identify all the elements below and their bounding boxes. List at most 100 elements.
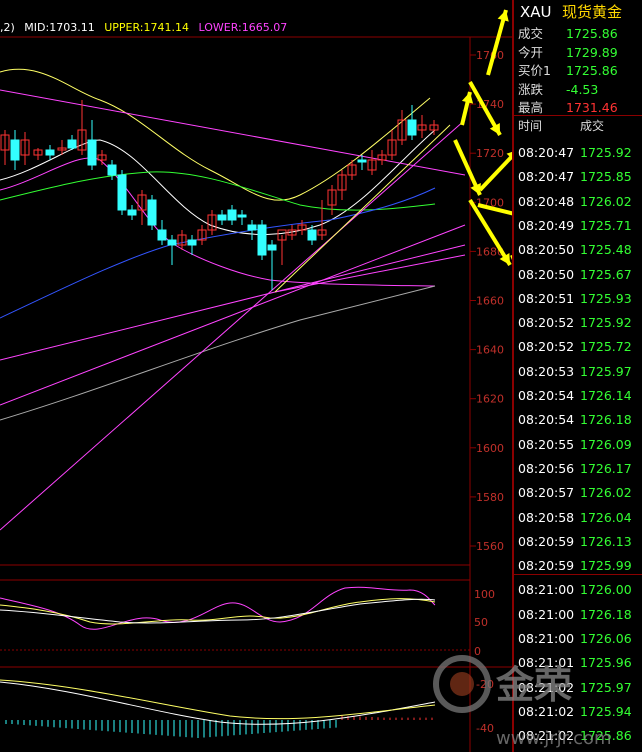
- tick-row[interactable]: 08:20:57 1726.02: [514, 481, 642, 505]
- price-axis-label: 1720: [476, 147, 504, 160]
- candle-body: [127, 209, 137, 216]
- tick-price: 1726.18: [580, 606, 632, 622]
- tick-price: 1726.02: [580, 485, 632, 501]
- tick-time: 08:20:51: [518, 290, 575, 306]
- kdj-line: [0, 586, 436, 630]
- tick-price: 1725.97: [580, 363, 632, 379]
- candle-body: [107, 164, 117, 176]
- boll-upper: UPPER:1741.14: [104, 21, 189, 34]
- candle-body: [187, 239, 197, 246]
- price-axis-label: 1760: [476, 49, 504, 62]
- macd-line: [0, 679, 436, 720]
- quote-row-value: 1725.86: [566, 26, 618, 41]
- tick-price: 1725.48: [580, 242, 632, 258]
- column-time: 时间: [518, 119, 543, 133]
- tick-time: 08:20:55: [518, 436, 575, 452]
- tick-time: 08:20:47: [518, 169, 575, 185]
- tick-time: 08:20:48: [518, 193, 575, 209]
- watermark-url: www.jrjr.com: [496, 728, 612, 749]
- quote-row: 买价1 1725.86: [514, 61, 642, 80]
- candle-body: [237, 214, 247, 218]
- tick-price: 1725.93: [580, 290, 632, 306]
- indicator-line: [0, 157, 436, 287]
- candle-body: [87, 139, 97, 166]
- candle-body: [67, 139, 77, 149]
- tick-time: 08:20:53: [518, 363, 575, 379]
- tick-row[interactable]: 08:20:55 1726.09: [514, 433, 642, 457]
- tick-row[interactable]: 08:21:00 1726.18: [514, 603, 642, 627]
- tick-row[interactable]: 08:20:58 1726.04: [514, 506, 642, 530]
- tick-time: 08:20:47: [518, 145, 575, 160]
- tick-row[interactable]: 08:20:49 1725.71: [514, 214, 642, 238]
- price-axis-label: 1600: [476, 442, 504, 455]
- tick-row[interactable]: 08:21:00 1726.00: [514, 578, 642, 602]
- tick-row[interactable]: 08:20:59 1726.13: [514, 530, 642, 554]
- indicator-line: [274, 124, 451, 293]
- tick-price: 1726.04: [580, 509, 632, 525]
- quote-row-label: 成交: [518, 26, 544, 41]
- quote-row-label: 买价1: [518, 63, 551, 78]
- tick-price: 1726.02: [580, 193, 632, 209]
- candle-body: [357, 159, 367, 163]
- tick-row[interactable]: 08:20:54 1726.18: [514, 408, 642, 432]
- indicator-line: [0, 244, 466, 361]
- price-axis-label: 1580: [476, 491, 504, 504]
- tick-time: 08:20:54: [518, 388, 575, 403]
- tick-row[interactable]: 08:20:48 1726.02: [514, 190, 642, 214]
- tick-price: 1726.14: [580, 388, 632, 403]
- candle-body: [157, 229, 167, 241]
- tick-price: 1725.71: [580, 217, 632, 233]
- tick-row[interactable]: 08:20:47 1725.85: [514, 165, 642, 189]
- tick-time: 08:21:00: [518, 606, 575, 622]
- symbol-name: 现货黄金: [562, 3, 623, 21]
- symbol-code: XAU: [520, 3, 552, 21]
- tick-price: 1725.92: [580, 145, 632, 160]
- quote-row-label: 涨跌: [518, 81, 544, 97]
- boll-mid: MID:1703.11: [24, 21, 95, 34]
- indicator-line: [0, 224, 466, 406]
- indicator-line: [0, 68, 431, 201]
- tick-price: 1725.72: [580, 339, 632, 355]
- tick-row[interactable]: 08:20:52 1725.92: [514, 311, 642, 335]
- kdj-axis-label: 100: [474, 588, 495, 601]
- candle-body: [267, 244, 277, 251]
- indicator-header: ,2) MID:1703.11 UPPER:1741.14 LOWER:1665…: [0, 19, 293, 37]
- tick-row[interactable]: 08:20:50 1725.48: [514, 238, 642, 262]
- tick-time: 08:20:52: [518, 315, 575, 331]
- tick-time: 08:20:50: [518, 242, 575, 258]
- tick-price: 1726.09: [580, 436, 632, 452]
- tick-time: 08:20:50: [518, 266, 575, 282]
- tick-row[interactable]: 08:20:52 1725.72: [514, 335, 642, 359]
- tick-price: 1725.92: [580, 315, 632, 331]
- tick-row[interactable]: 08:20:53 1725.97: [514, 360, 642, 384]
- tick-row[interactable]: 08:20:51 1725.93: [514, 287, 642, 311]
- candle-body: [407, 119, 417, 136]
- boll-lower: LOWER:1665.07: [198, 21, 288, 34]
- candle-body: [227, 209, 237, 221]
- tick-row[interactable]: 08:20:47 1725.92: [514, 141, 642, 165]
- candle-body: [167, 239, 177, 246]
- indicator-line: [274, 254, 466, 293]
- quote-title: XAU 现货黄金: [514, 2, 642, 22]
- quote-row: 成交 1725.86: [514, 24, 642, 43]
- price-axis-label: 1560: [476, 540, 504, 553]
- quote-separator: [514, 115, 642, 116]
- tick-time: 08:20:52: [518, 339, 575, 355]
- candle-body: [117, 174, 127, 211]
- quote-row-value: 1729.89: [566, 44, 618, 60]
- jrjr-watermark: 金荣 www.jrjr.com: [433, 655, 612, 749]
- tick-row[interactable]: 08:20:56 1726.17: [514, 457, 642, 481]
- candle-body: [257, 224, 267, 256]
- kdj-axis-label: 50: [474, 616, 488, 629]
- tick-row[interactable]: 08:20:54 1726.14: [514, 384, 642, 408]
- watermark-text: 金荣: [495, 663, 572, 707]
- price-axis-label: 1620: [476, 393, 504, 406]
- tick-time: 08:20:57: [518, 485, 575, 501]
- quote-row: 今开 1729.89: [514, 43, 642, 62]
- quote-row-value: -4.53: [566, 81, 599, 97]
- quote-row-value: 1725.86: [566, 63, 618, 78]
- price-axis-label: 1660: [476, 295, 504, 308]
- tick-row[interactable]: 08:20:50 1725.67: [514, 263, 642, 287]
- tick-price: 1726.17: [580, 460, 632, 476]
- tick-time: 08:20:58: [518, 509, 575, 525]
